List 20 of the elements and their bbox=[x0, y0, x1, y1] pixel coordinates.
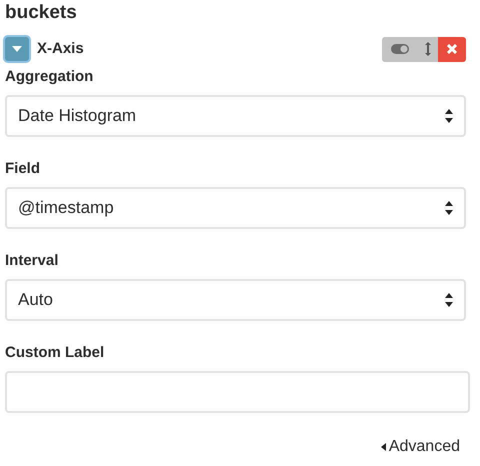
bucket-label: X-Axis bbox=[37, 38, 84, 59]
sort-arrows-icon bbox=[445, 293, 453, 307]
select-field[interactable]: @timestamp bbox=[5, 187, 466, 229]
select-field[interactable]: Date Histogram bbox=[5, 95, 466, 137]
sort-arrows-icon bbox=[445, 201, 453, 215]
toggle-icon[interactable] bbox=[382, 36, 418, 62]
field-label: Interval bbox=[5, 251, 58, 271]
collapse-toggle[interactable] bbox=[5, 37, 29, 61]
section-title: buckets bbox=[5, 1, 77, 25]
field-label: Field bbox=[5, 159, 40, 179]
caret-icon bbox=[380, 443, 386, 451]
sort-arrows-icon bbox=[445, 109, 453, 123]
caret-icon bbox=[12, 46, 22, 52]
input-field[interactable] bbox=[5, 371, 470, 413]
drag-handle-icon[interactable] bbox=[418, 36, 438, 62]
field-label: Aggregation bbox=[5, 67, 94, 87]
close-icon[interactable] bbox=[438, 36, 466, 62]
advanced-link[interactable]: Advanced bbox=[380, 435, 460, 459]
select-field[interactable]: Auto bbox=[5, 279, 466, 321]
field-label: Custom Label bbox=[5, 343, 104, 363]
